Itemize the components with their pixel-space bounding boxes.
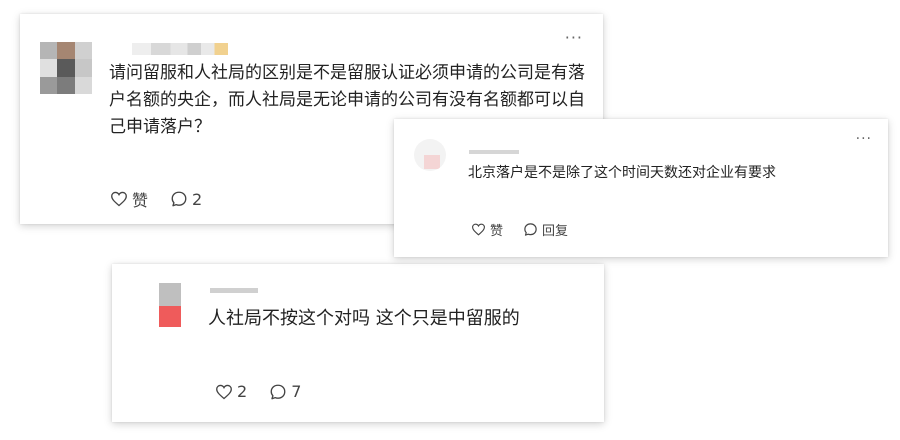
reply-label: 回复 [542, 224, 569, 239]
comment-bubble-icon [524, 223, 537, 236]
reply-button[interactable]: 回复 [523, 220, 568, 239]
comment-bubble-icon [171, 191, 187, 207]
comment-actions: 2 7 [215, 382, 323, 401]
comment-actions: 赞 2 [110, 187, 224, 211]
like-label: 赞 [490, 224, 504, 239]
comment-card-3: 人社局不按这个对吗 这个只是中留服的 2 7 [112, 264, 604, 422]
comment-card-2: ··· 北京落户是不是除了这个时间天数还对企业有要求 赞 回复 [394, 119, 888, 257]
heart-icon [111, 191, 127, 207]
like-count: 2 [237, 382, 248, 401]
comment-button[interactable]: 7 [269, 382, 301, 401]
like-button[interactable]: 赞 [471, 220, 503, 239]
avatar[interactable] [40, 42, 92, 94]
comment-text: 人社局不按这个对吗 这个只是中留服的 [208, 308, 520, 329]
avatar[interactable] [159, 283, 181, 327]
like-button[interactable]: 赞 [110, 187, 148, 211]
heart-icon [216, 384, 232, 399]
like-button[interactable]: 2 [215, 382, 247, 401]
comment-button[interactable]: 2 [170, 190, 202, 209]
more-options-icon[interactable]: ··· [565, 28, 583, 47]
comment-count: 7 [291, 382, 302, 401]
comment-bubble-icon [270, 384, 286, 399]
more-options-icon[interactable]: ··· [856, 131, 872, 147]
comment-actions: 赞 回复 [471, 220, 588, 239]
comment-collage: ··· 请问留服和人社局的区别是不是留服认证必须申请的公司是有落户名额的央企，而… [0, 0, 900, 440]
heart-icon [472, 223, 485, 236]
username-redacted[interactable] [132, 43, 228, 55]
like-label: 赞 [132, 191, 149, 210]
avatar[interactable] [414, 139, 446, 171]
comment-count: 2 [192, 189, 203, 209]
username-redacted[interactable] [210, 288, 258, 293]
comment-text: 北京落户是不是除了这个时间天数还对企业有要求 [468, 165, 776, 181]
username-redacted[interactable] [469, 150, 519, 154]
